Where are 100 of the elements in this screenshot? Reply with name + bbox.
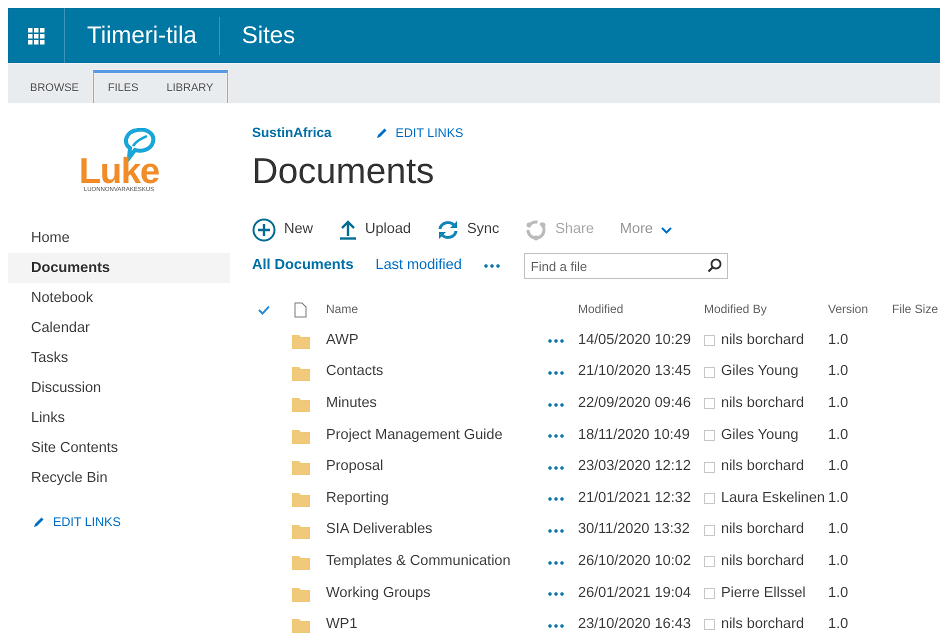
folder-icon: [292, 618, 310, 634]
modified-by-cell-text: nils borchard: [721, 552, 804, 571]
column-header[interactable]: File Size: [892, 300, 940, 318]
file-name-link[interactable]: SIA Deliverables: [326, 519, 548, 542]
modified-cell-text: 30/11/2020 13:32: [578, 520, 691, 540]
file-name-link[interactable]: Contacts: [326, 361, 548, 384]
folder-icon: [292, 397, 310, 412]
view-link[interactable]: Last modified: [376, 255, 462, 278]
version-cell-text: 1.0: [828, 394, 850, 413]
nav-item[interactable]: Site Contents: [8, 433, 230, 463]
version-cell-text: 1.0: [828, 457, 850, 476]
nav-item[interactable]: Calendar: [8, 313, 230, 343]
ribbon-tab[interactable]: FILES: [94, 73, 152, 103]
column-header[interactable]: Modified By: [704, 300, 828, 318]
modified-by-cell-text: nils borchard: [721, 394, 804, 413]
modified-cell-text: 21/01/2021 12:32: [578, 488, 692, 508]
plus-circle-icon: [252, 218, 276, 242]
nav-item[interactable]: Recycle Bin: [8, 463, 230, 493]
modified-by-cell-text: Giles Young: [721, 362, 798, 382]
upload-icon: [339, 220, 358, 240]
search-icon[interactable]: [706, 258, 722, 274]
nav-item[interactable]: Discussion: [8, 373, 230, 403]
ribbon-tab[interactable]: LIBRARY: [152, 73, 228, 103]
nav-item[interactable]: Tasks: [8, 343, 230, 373]
presence-icon: [704, 588, 715, 599]
column-header[interactable]: Version: [828, 300, 892, 318]
edit-links-link[interactable]: EDIT LINKS: [33, 513, 121, 532]
modified-by-cell-text: nils borchard: [721, 615, 804, 634]
ellipsis-icon[interactable]: [548, 497, 564, 502]
version-cell-text: 1.0: [828, 330, 850, 350]
ellipsis-icon[interactable]: [548, 434, 564, 438]
sync-button[interactable]: Sync: [436, 219, 500, 242]
nav-item[interactable]: Documents: [8, 253, 230, 283]
ellipsis-icon[interactable]: [548, 529, 564, 533]
modified-cell-text: 14/05/2020 10:29: [578, 330, 692, 350]
version-cell-text: 1.0: [828, 488, 850, 508]
ellipsis-icon[interactable]: [548, 466, 564, 470]
version-cell-text: 1.0: [828, 362, 850, 382]
document-icon: [294, 302, 307, 318]
nav-item[interactable]: Home: [8, 223, 230, 253]
file-name-link[interactable]: Working Groups: [326, 582, 548, 604]
modified-by-cell-text: nils borchard: [721, 520, 804, 540]
page-title: Documents: [252, 149, 436, 194]
presence-icon: [704, 398, 715, 410]
file-name-link[interactable]: Reporting: [326, 488, 548, 510]
modified-cell-text: 26/01/2021 19:04: [578, 584, 692, 603]
presence-icon: [704, 619, 715, 630]
check-icon[interactable]: [258, 304, 270, 315]
folder-icon: [292, 428, 310, 444]
file-name-link[interactable]: Minutes: [326, 392, 548, 415]
ribbon-tab[interactable]: BROWSE: [16, 73, 93, 103]
version-cell-text: 1.0: [828, 552, 850, 571]
app-launcher-icon[interactable]: [27, 26, 45, 44]
presence-icon: [704, 493, 715, 504]
file-name-link[interactable]: Templates & Communication: [326, 550, 548, 573]
folder-icon: [292, 492, 310, 507]
chevron-down-icon: [660, 226, 672, 234]
edit-links-link[interactable]: EDIT LINKS: [376, 124, 464, 142]
site-title[interactable]: Tiimeri-tila: [65, 18, 219, 52]
search-field[interactable]: Find a file: [524, 253, 728, 280]
new-button[interactable]: New: [252, 218, 314, 242]
site-link[interactable]: SustinAfrica: [252, 123, 332, 144]
nav-item[interactable]: Notebook: [8, 283, 230, 313]
ellipsis-icon[interactable]: [548, 402, 564, 407]
column-header[interactable]: Name: [326, 300, 578, 318]
ellipsis-icon[interactable]: [548, 371, 564, 376]
view-link[interactable]: All Documents: [252, 255, 354, 278]
file-name-link[interactable]: WP1: [326, 614, 548, 636]
modified-by-cell-text: Giles Young: [721, 426, 798, 445]
sync-icon: [436, 220, 459, 240]
pencil-icon: [33, 516, 45, 528]
file-name-link[interactable]: Project Management Guide: [326, 424, 548, 446]
column-header[interactable]: Modified: [578, 300, 704, 318]
modified-by-cell-text: nils borchard: [721, 330, 804, 350]
modified-cell-text: 23/03/2020 12:12: [578, 457, 692, 476]
nav-item[interactable]: Links: [8, 403, 230, 433]
upload-button[interactable]: Upload: [339, 219, 411, 242]
version-cell-text: 1.0: [828, 615, 850, 634]
ellipsis-icon[interactable]: [484, 264, 500, 268]
file-name-link[interactable]: Proposal: [326, 456, 548, 478]
folder-icon: [292, 586, 310, 602]
version-cell-text: 1.0: [828, 520, 850, 540]
pencil-icon: [376, 127, 388, 140]
share-icon: [525, 219, 548, 242]
modified-cell-text: 22/09/2020 09:46: [578, 394, 692, 413]
file-name-link[interactable]: AWP: [326, 330, 548, 352]
ellipsis-icon[interactable]: [548, 624, 564, 628]
presence-icon: [704, 335, 715, 346]
presence-icon: [704, 430, 715, 441]
ellipsis-icon[interactable]: [548, 592, 564, 596]
ellipsis-icon[interactable]: [548, 560, 564, 565]
modified-cell-text: 23/10/2020 16:43: [578, 615, 692, 634]
modified-cell-text: 18/11/2020 10:49: [578, 426, 691, 445]
presence-icon: [704, 366, 715, 378]
ellipsis-icon[interactable]: [548, 339, 564, 344]
modified-cell-text: 26/10/2020 10:02: [578, 552, 692, 571]
presence-icon: [704, 556, 715, 568]
sites-link[interactable]: Sites: [220, 18, 318, 52]
version-cell-text: 1.0: [828, 426, 850, 445]
folder-icon: [292, 524, 310, 538]
